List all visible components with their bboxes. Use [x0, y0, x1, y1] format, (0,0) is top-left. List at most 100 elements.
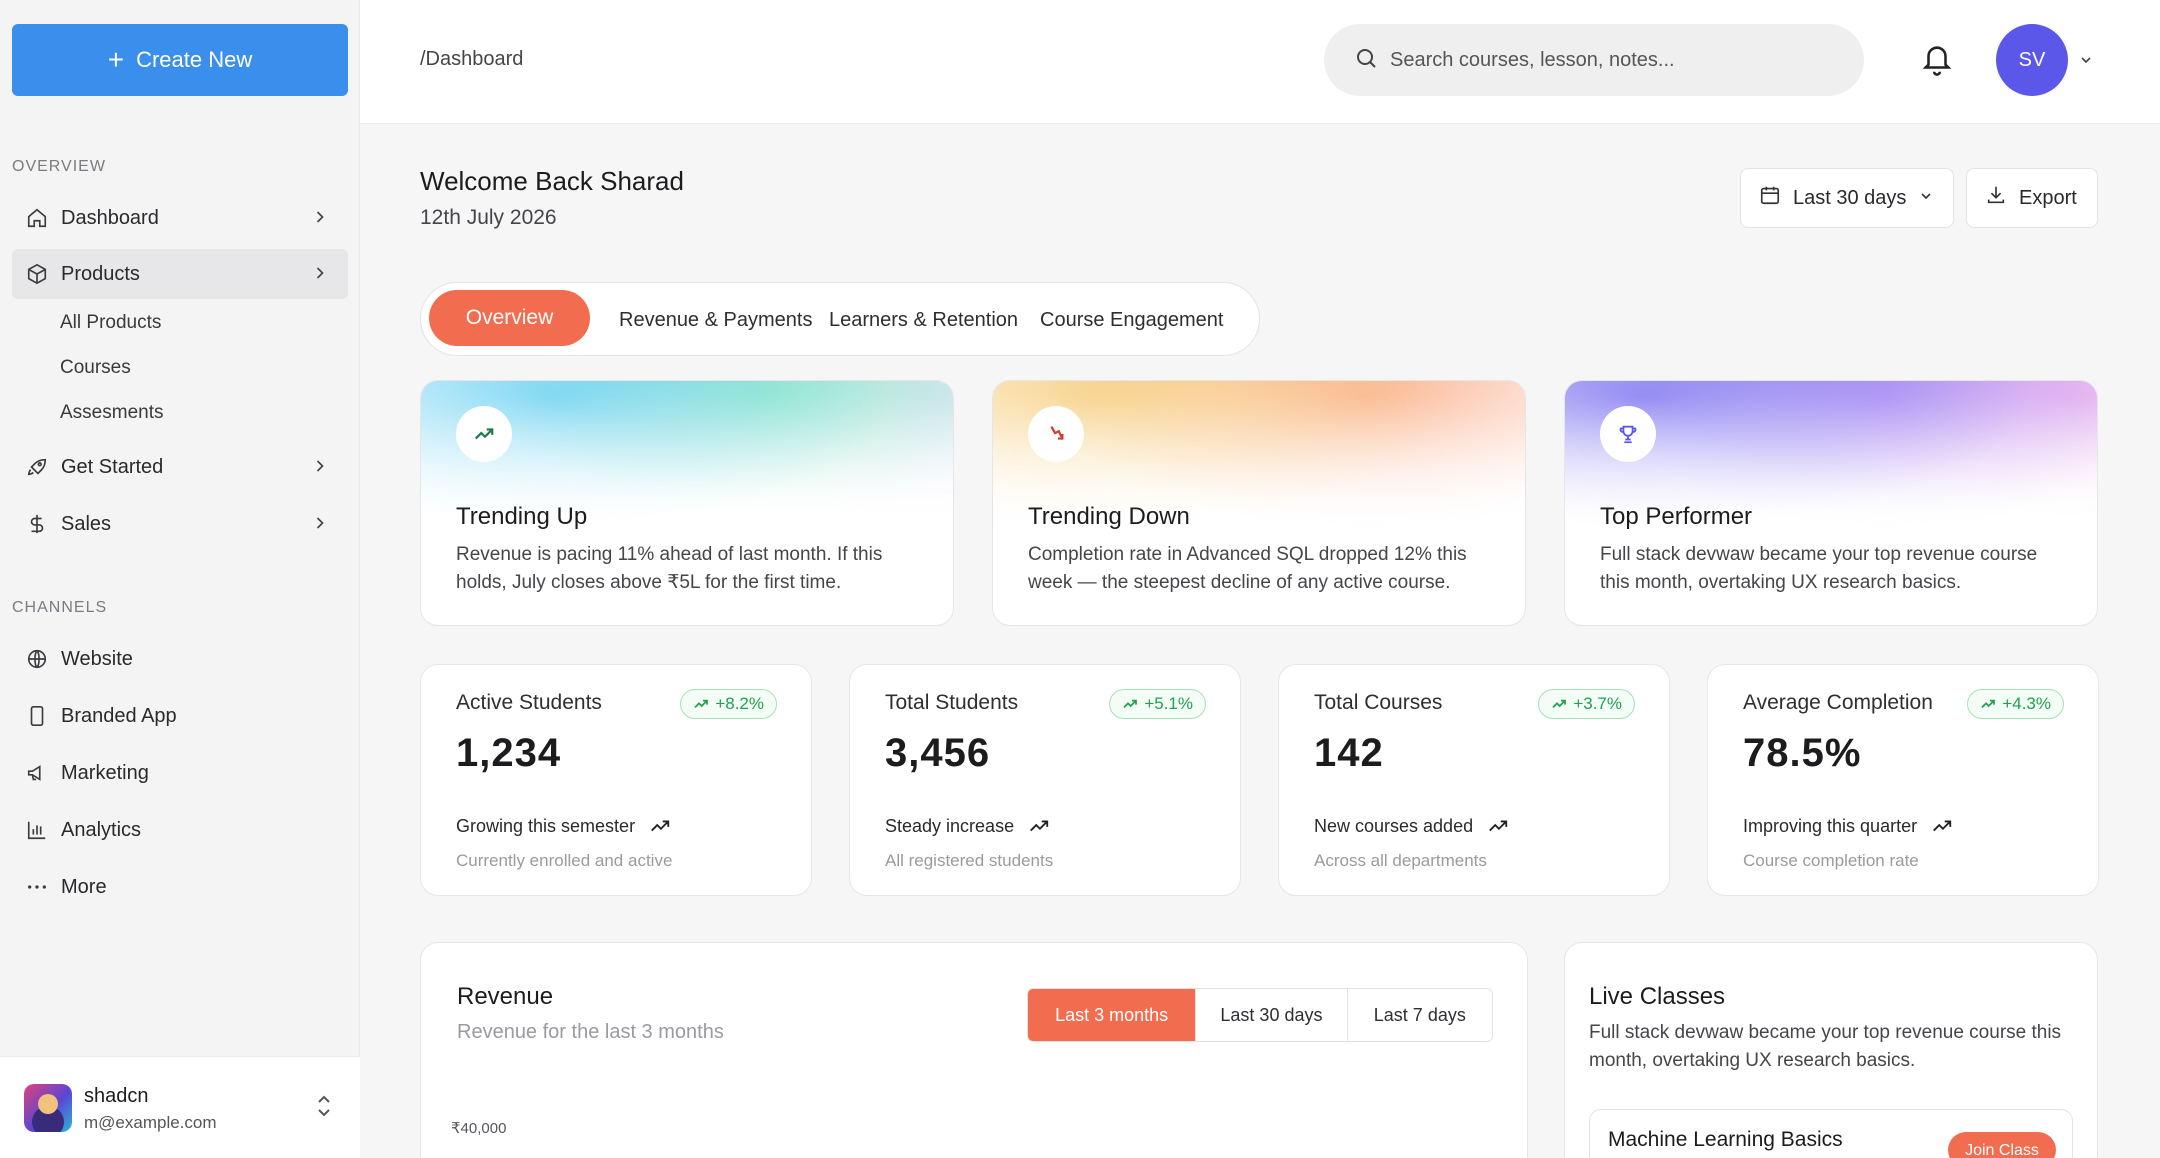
insight-text: Completion rate in Advanced SQL dropped …: [1028, 544, 1467, 593]
sidebar-item-label: Marketing: [61, 761, 149, 784]
calendar-icon: [1759, 184, 1781, 212]
rocket-icon: [25, 455, 49, 479]
dashboard-tabs: Overview Revenue & Payments Learners & R…: [420, 282, 1260, 356]
insight-title: Trending Up: [456, 503, 588, 530]
tab-overview[interactable]: Overview: [429, 290, 590, 346]
dollar-icon: [25, 512, 49, 536]
export-button[interactable]: Export: [1966, 168, 2098, 228]
channels-section-label: CHANNELS: [12, 599, 108, 616]
sidebar-item-label: Website: [61, 647, 133, 670]
live-classes-text: Full stack devwaw became your top revenu…: [1589, 1022, 2062, 1071]
globe-icon: [25, 647, 49, 671]
stat-label: Total Courses: [1314, 691, 1443, 714]
chevrons-up-down-icon[interactable]: [314, 1093, 334, 1124]
sidebar-item-dashboard[interactable]: Dashboard: [12, 193, 348, 243]
trending-up-icon: [1489, 820, 1508, 832]
trending-up-icon: [694, 699, 709, 708]
search-icon: [1354, 46, 1378, 75]
join-class-button[interactable]: Join Class: [1948, 1132, 2056, 1158]
chevron-right-icon: [310, 263, 330, 289]
sidebar-item-marketing[interactable]: Marketing: [12, 748, 348, 798]
stat-subtext: Course completion rate: [1743, 851, 1919, 870]
sidebar-item-label: Products: [61, 262, 140, 285]
sidebar-item-label: Dashboard: [61, 206, 159, 229]
sidebar-item-analytics[interactable]: Analytics: [12, 805, 348, 855]
stat-note: Improving this quarter: [1743, 815, 1953, 837]
revenue-title: Revenue: [457, 983, 554, 1010]
sidebar-subitem-assesments[interactable]: Assesments: [60, 402, 163, 424]
sidebar-subitem-all-products[interactable]: All Products: [60, 312, 161, 334]
stat-value: 1,234: [456, 731, 562, 775]
bell-icon[interactable]: [1920, 40, 1954, 83]
stat-subtext: All registered students: [885, 851, 1054, 870]
profile-avatar[interactable]: SV: [1996, 24, 2068, 96]
tab-revenue-payments[interactable]: Revenue & Payments: [619, 309, 812, 332]
stat-card-average-completion: Average Completion +4.3% 78.5% Improving…: [1707, 664, 2099, 896]
live-classes-card: Live Classes Full stack devwaw became yo…: [1564, 942, 2098, 1158]
user-account-menu[interactable]: shadcn m@example.com: [0, 1056, 360, 1158]
export-label: Export: [2019, 186, 2077, 209]
sidebar-item-label: Sales: [61, 512, 112, 535]
overview-section-label: OVERVIEW: [12, 158, 106, 175]
sidebar-item-label: Analytics: [61, 818, 142, 841]
chevron-right-icon: [310, 207, 330, 233]
stat-card-total-students: Total Students +5.1% 3,456 Steady increa…: [849, 664, 1241, 896]
insight-text: Full stack devwaw became your top revenu…: [1600, 544, 2038, 593]
stat-note: New courses added: [1314, 815, 1509, 837]
stat-value: 3,456: [885, 731, 991, 775]
user-name: shadcn: [84, 1085, 149, 1107]
sidebar-item-website[interactable]: Website: [12, 634, 348, 684]
sidebar-item-more[interactable]: More: [12, 862, 348, 912]
sidebar-item-get-started[interactable]: Get Started: [12, 442, 348, 492]
welcome-heading: Welcome Back Sharad: [420, 166, 684, 196]
user-email: m@example.com: [84, 1113, 217, 1132]
sidebar-item-products[interactable]: Products: [12, 249, 348, 299]
range-last-7-days[interactable]: Last 7 days: [1346, 989, 1492, 1041]
stat-subtext: Across all departments: [1314, 851, 1487, 870]
sidebar-item-branded-app[interactable]: Branded App: [12, 691, 348, 741]
trophy-icon: [1600, 406, 1656, 462]
home-icon: [25, 206, 49, 230]
trending-up-icon: [1030, 820, 1049, 832]
trending-up-icon: [456, 406, 512, 462]
revenue-range-toggle: Last 3 months Last 30 days Last 7 days: [1027, 988, 1493, 1042]
plus-icon: +: [107, 44, 125, 75]
bar-chart-icon: [25, 818, 49, 842]
chevron-right-icon: [310, 456, 330, 482]
stat-badge: +4.3%: [1967, 689, 2064, 719]
y-axis-tick: ₹40,000: [451, 1120, 507, 1137]
insight-card-top-performer: Top Performer Full stack devwaw became y…: [1564, 380, 2098, 626]
sidebar-subitem-courses[interactable]: Courses: [60, 357, 131, 379]
stat-card-active-students: Active Students +8.2% 1,234 Growing this…: [420, 664, 812, 896]
stat-value: 142: [1314, 731, 1384, 775]
search-input[interactable]: [1390, 48, 1830, 72]
tab-course-engagement[interactable]: Course Engagement: [1040, 309, 1223, 332]
stat-value: 78.5%: [1743, 731, 1862, 775]
create-new-button[interactable]: + Create New: [12, 24, 348, 96]
stat-badge: +5.1%: [1109, 689, 1206, 719]
chevron-right-icon: [310, 513, 330, 539]
date-range-button[interactable]: Last 30 days: [1740, 168, 1954, 228]
more-dots-icon: [25, 875, 49, 899]
breadcrumb[interactable]: /Dashboard: [420, 48, 523, 71]
range-last-30-days[interactable]: Last 30 days: [1195, 989, 1346, 1041]
stat-label: Active Students: [456, 691, 602, 714]
current-date: 12th July 2026: [420, 206, 557, 229]
sidebar: + Create New OVERVIEW Dashboard Products…: [0, 0, 360, 1158]
insight-card-trending-up: Trending Up Revenue is pacing 11% ahead …: [420, 380, 954, 626]
stat-badge: +8.2%: [680, 689, 777, 719]
trending-up-icon: [1552, 699, 1567, 708]
insight-card-trending-down: Trending Down Completion rate in Advance…: [992, 380, 1526, 626]
sidebar-item-label: More: [61, 875, 107, 898]
date-range-label: Last 30 days: [1793, 186, 1907, 209]
search-bar[interactable]: [1324, 24, 1864, 96]
stat-label: Total Students: [885, 691, 1019, 714]
range-last-3-months[interactable]: Last 3 months: [1028, 989, 1196, 1041]
sidebar-item-sales[interactable]: Sales: [12, 499, 348, 549]
box-icon: [25, 262, 49, 286]
tab-learners-retention[interactable]: Learners & Retention: [829, 309, 1018, 332]
top-header: /Dashboard SV: [360, 0, 2160, 124]
trending-up-icon: [651, 820, 670, 832]
trending-up-icon: [1123, 699, 1138, 708]
chevron-down-icon[interactable]: [2078, 52, 2094, 73]
